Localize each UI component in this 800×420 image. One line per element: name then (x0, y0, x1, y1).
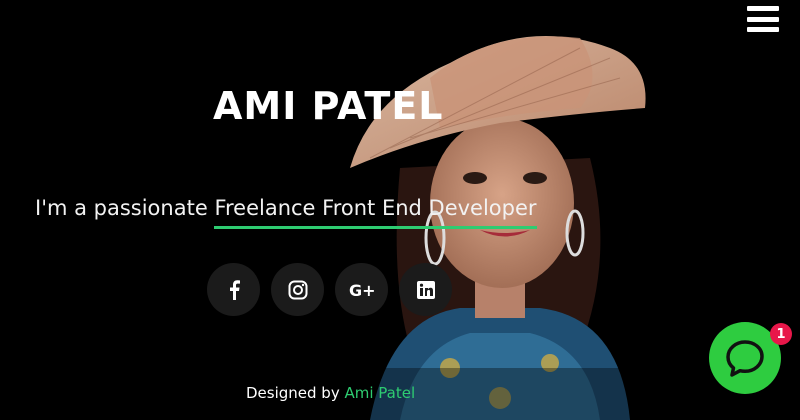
chat-bubble-icon (726, 340, 764, 377)
linkedin-icon (416, 280, 435, 299)
linkedin-button[interactable] (399, 263, 452, 316)
google-plus-button[interactable]: G+ (335, 263, 388, 316)
footer-credit: Designed by Ami Patel (246, 384, 415, 402)
hero-section: AMI PATEL I'm a passionate Freelance Fro… (0, 0, 800, 420)
social-links: G+ (207, 263, 452, 316)
instagram-button[interactable] (271, 263, 324, 316)
footer-prefix: Designed by (246, 384, 340, 402)
tagline-role: Freelance Front End Developer (214, 196, 537, 229)
hero-tagline: I'm a passionate Freelance Front End Dev… (35, 196, 537, 229)
hero-name: AMI PATEL (213, 84, 444, 128)
facebook-icon (229, 279, 240, 300)
svg-text:G+: G+ (349, 281, 375, 299)
instagram-icon (288, 280, 307, 299)
tagline-prefix: I'm a passionate (35, 196, 208, 220)
facebook-button[interactable] (207, 263, 260, 316)
notification-badge: 1 (770, 323, 792, 345)
google-plus-icon: G+ (349, 281, 375, 299)
footer-author-link[interactable]: Ami Patel (345, 384, 416, 402)
hamburger-menu-icon[interactable] (747, 6, 779, 32)
